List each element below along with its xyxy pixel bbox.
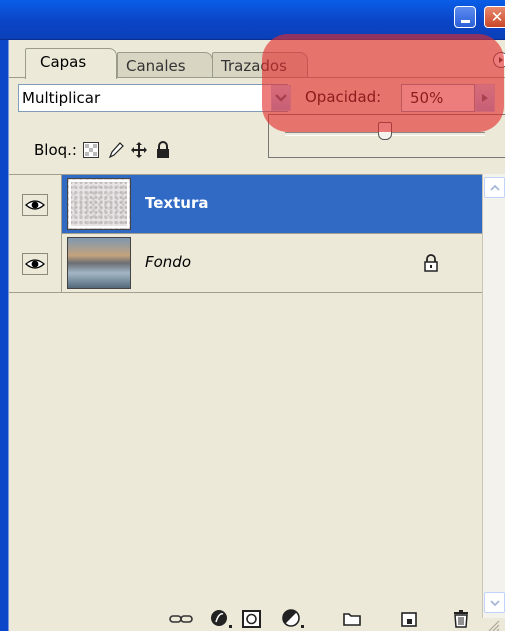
layer-mask-icon[interactable] (241, 608, 263, 630)
chevron-down-icon (489, 599, 500, 606)
new-group-icon[interactable] (342, 608, 362, 630)
tab-capas[interactable]: Capas (25, 48, 117, 79)
opacity-label: Opacidad: (305, 88, 382, 106)
palette-tabs: Trazados Canales Capas (9, 48, 505, 79)
lock-all-icon[interactable] (154, 141, 172, 159)
lock-position-icon[interactable] (130, 141, 148, 159)
chevron-up-icon (489, 184, 500, 191)
eye-icon (25, 258, 45, 269)
adjustment-layer-icon[interactable] (281, 608, 307, 630)
opacity-slider-thumb[interactable] (378, 122, 392, 140)
lock-image-icon[interactable] (107, 141, 125, 159)
window-border (0, 40, 8, 631)
layers-scrollbar[interactable] (482, 174, 505, 618)
minimize-button[interactable] (454, 6, 476, 28)
scroll-down-button[interactable] (484, 592, 505, 613)
lock-transparent-icon[interactable] (82, 141, 100, 159)
visibility-toggle[interactable] (22, 252, 48, 275)
chevron-down-icon (275, 94, 287, 102)
menu-arrow-icon (499, 57, 503, 63)
opacity-slider-popup (268, 114, 505, 158)
opacity-slider-button[interactable] (475, 84, 495, 112)
visibility-cell[interactable] (9, 234, 62, 293)
scroll-up-button[interactable] (484, 177, 505, 198)
layers-list: Textura Fondo (9, 174, 482, 618)
resize-grip-icon[interactable] (485, 614, 501, 631)
link-layers-icon[interactable] (168, 608, 194, 630)
title-bar: ✕ (0, 0, 505, 40)
tab-canales[interactable]: Canales (117, 52, 213, 78)
new-layer-icon[interactable] (399, 608, 419, 630)
layers-palette: Trazados Canales Capas Multiplicar Opaci… (8, 40, 505, 631)
opacity-input[interactable]: 50% (401, 84, 475, 112)
chevron-right-icon (482, 94, 488, 102)
layer-thumbnail[interactable] (67, 237, 131, 289)
blend-mode-dropdown-button[interactable] (271, 85, 291, 111)
layer-row-textura[interactable]: Textura (9, 175, 482, 234)
layer-row-fondo[interactable]: Fondo (9, 234, 482, 293)
layer-name[interactable]: Textura (145, 194, 208, 212)
blend-mode-select[interactable]: Multiplicar (18, 84, 288, 112)
delete-layer-icon[interactable] (452, 608, 470, 630)
tab-trazados[interactable]: Trazados (212, 52, 308, 78)
palette-menu-button[interactable] (493, 52, 505, 68)
close-icon: ✕ (490, 8, 504, 26)
layer-thumbnail[interactable] (67, 178, 131, 230)
layer-style-icon[interactable] (209, 608, 235, 630)
eye-icon (25, 199, 45, 210)
layer-name[interactable]: Fondo (145, 253, 191, 271)
lock-label: Bloq.: (34, 141, 77, 159)
close-button[interactable]: ✕ (484, 6, 505, 28)
visibility-cell[interactable] (9, 175, 62, 234)
lock-icon (423, 254, 439, 276)
visibility-toggle[interactable] (22, 193, 48, 216)
